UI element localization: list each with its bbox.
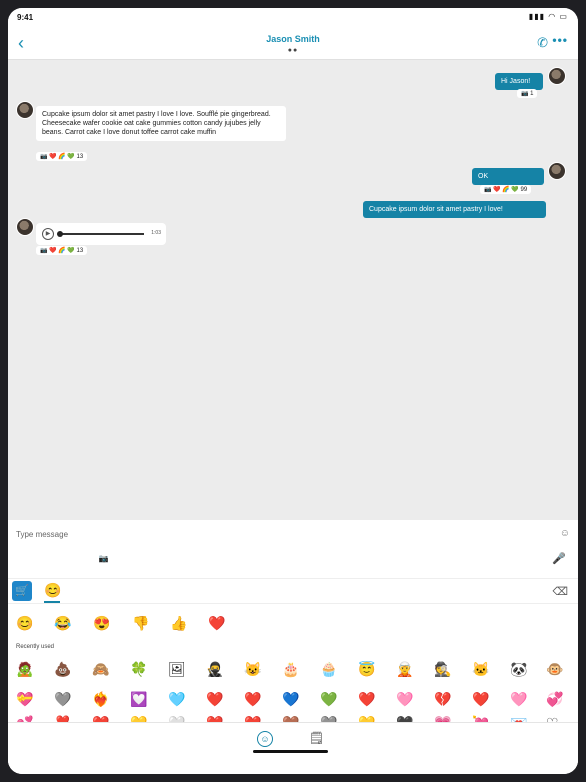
emoji-key[interactable]: ❤️ [358, 688, 375, 710]
recent-emoji-row: 🧟 💩 🙈 🍀 🖼 🥷 😺 🎂 🧁 😇 🧝 🕵 🐱 🐼 🐵 [8, 658, 578, 682]
emoji-key[interactable]: 👍 [170, 612, 187, 634]
message-bubble[interactable]: Hi Jason! [495, 73, 543, 90]
composer: Type message ☺ Me We 🖼 📷 GIF ••• 🎤 🛒 😊 ⌫… [8, 520, 578, 774]
emoji-key[interactable]: 🧝 [396, 658, 413, 680]
emoji-key[interactable]: 🐵 [546, 658, 563, 680]
emoji-key[interactable]: ❤️ [244, 688, 261, 710]
emoji-key[interactable]: 🧟 [16, 658, 33, 680]
emoji-key[interactable]: 💚 [320, 688, 337, 710]
emoji-key[interactable]: 🙈 [92, 658, 109, 680]
emoji-tab-bar: 🛒 😊 ⌫ [8, 578, 578, 604]
sticker-icon[interactable]: 🗒 [309, 731, 324, 745]
status-time: 9:41 [17, 13, 34, 22]
emoji-key[interactable]: 😍 [93, 612, 110, 634]
active-tab-indicator [44, 601, 60, 603]
status-bar: 9:41 ▮▮▮ ◠ ▭ [8, 8, 578, 28]
home-indicator [253, 750, 328, 753]
emoji-key[interactable]: 🍀 [130, 658, 147, 680]
avatar[interactable] [16, 218, 34, 236]
emoji-key[interactable]: 🩵 [168, 688, 185, 710]
emoji-key[interactable]: 🐱 [472, 658, 489, 680]
emoji-key[interactable]: ❤️ [208, 612, 225, 634]
avatar[interactable] [16, 101, 34, 119]
emoji-key[interactable]: 🥷 [206, 658, 223, 680]
reaction-bar[interactable]: 📷 ❤️ 🌈 💚 99 [480, 185, 532, 194]
emoji-key[interactable]: 🕵 [434, 658, 451, 680]
tab-smileys[interactable]: 😊 [44, 582, 61, 599]
recent-emoji-row: 💝 🩶 ❤️‍🔥 💟 🩵 ❤️ ❤️ 💙 💚 ❤️ 🩷 💔 ❤️ 🩷 💞 [8, 688, 578, 712]
gallery-icon[interactable]: 🖼 [66, 548, 87, 569]
message-bubble[interactable]: OK [472, 168, 544, 185]
more-options-icon[interactable]: ••• [552, 33, 568, 47]
presence-dots: ●● [287, 47, 299, 54]
emoji-key[interactable]: 💟 [130, 688, 147, 710]
phone-icon[interactable]: ✆ [537, 35, 548, 51]
audio-track[interactable] [58, 233, 144, 235]
emoji-key[interactable]: 🎂 [282, 658, 299, 680]
backspace-icon[interactable]: ⌫ [552, 585, 568, 598]
emoji-key[interactable]: 🩷 [396, 688, 413, 710]
voice-message[interactable]: ▶ 1:03 [36, 223, 166, 245]
message-bubble[interactable]: Cupcake ipsum dolor sit amet pastry I lo… [36, 106, 286, 141]
emoji-key[interactable]: 😂 [54, 612, 71, 634]
tablet-screen: 9:41 ▮▮▮ ◠ ▭ ‹ Jason Smith ●● ✆ ••• Hi J… [8, 8, 578, 774]
audio-duration: 1:03 [151, 230, 161, 236]
message-input[interactable]: Type message [16, 530, 68, 539]
emoji-key[interactable]: 💝 [16, 688, 33, 710]
message-bubble[interactable]: Cupcake ipsum dolor sit amet pastry I lo… [363, 201, 546, 218]
emoji-key[interactable]: 👎 [132, 612, 149, 634]
keyboard-mode-bar: ☺ 🗒 [8, 722, 578, 774]
contact-name[interactable]: Jason Smith [8, 34, 578, 44]
reaction-bar[interactable]: 📷 ❤️ 🌈 💚 13 [36, 152, 88, 161]
camera-icon[interactable]: 📷 [93, 548, 114, 569]
emoji-key[interactable]: ❤️ [472, 688, 489, 710]
avatar[interactable] [548, 162, 566, 180]
emoji-key[interactable]: 💙 [282, 688, 299, 710]
emoji-key[interactable]: ❤️ [206, 688, 223, 710]
emoji-key[interactable]: 🩷 [510, 688, 527, 710]
recently-used-label: Recently used [16, 644, 55, 650]
we-button[interactable]: We [39, 548, 60, 569]
gif-button[interactable]: GIF [120, 548, 141, 569]
status-icons: ▮▮▮ ◠ ▭ [528, 12, 568, 21]
emoji-key[interactable]: 💩 [54, 658, 71, 680]
avatar[interactable] [548, 67, 566, 85]
me-button[interactable]: Me [12, 548, 33, 569]
emoji-key[interactable]: 🩶 [54, 688, 71, 710]
emoji-key[interactable]: 😊 [16, 612, 33, 634]
reaction-bar[interactable]: 📷 1 [517, 89, 538, 98]
favorite-emoji-row: 😊 😂 😍 👎 👍 ❤️ [8, 612, 578, 636]
more-apps-icon[interactable]: ••• [147, 548, 168, 569]
message-list[interactable]: Hi Jason! 📷 1 Cupcake ipsum dolor sit am… [8, 60, 578, 520]
emoji-key[interactable]: ❤️‍🔥 [92, 688, 109, 710]
emoji-key[interactable]: 🖼 [168, 658, 186, 680]
reaction-bar[interactable]: 📷 ❤️ 🌈 💚 13 [36, 246, 88, 255]
emoji-key[interactable]: 😺 [244, 658, 261, 680]
emoji-key[interactable]: 😇 [358, 658, 375, 680]
emoji-key[interactable]: 💔 [434, 688, 451, 710]
microphone-icon[interactable]: 🎤 [552, 552, 566, 565]
emoji-key[interactable]: 🧁 [320, 658, 337, 680]
emoji-keyboard-icon[interactable]: ☺ [257, 731, 273, 747]
play-icon[interactable]: ▶ [42, 228, 54, 240]
emoji-key[interactable]: 💞 [546, 688, 563, 710]
emoji-key[interactable]: 🐼 [510, 658, 527, 680]
audio-scrubber[interactable] [57, 231, 63, 237]
emoji-toggle-icon[interactable]: ☺ [560, 528, 570, 539]
emoji-store-icon[interactable]: 🛒 [12, 581, 32, 601]
chat-header: ‹ Jason Smith ●● ✆ ••• [8, 28, 578, 60]
